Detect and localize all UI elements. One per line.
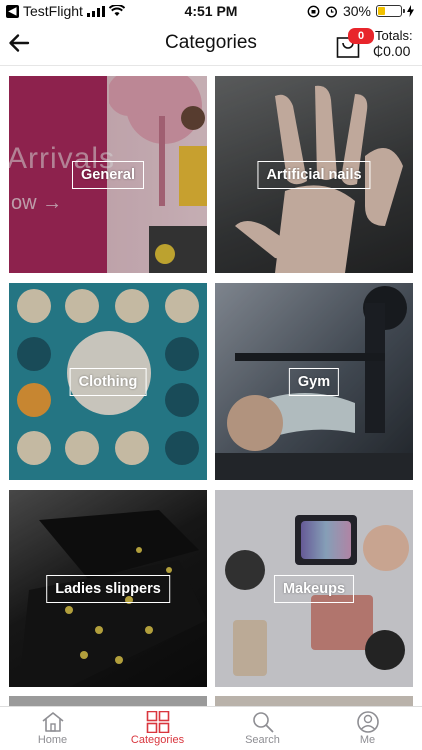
alarm-icon bbox=[325, 5, 337, 18]
search-icon bbox=[252, 712, 274, 733]
cart-count-badge: 0 bbox=[348, 28, 374, 44]
nav-item-search[interactable]: Search bbox=[210, 709, 315, 750]
category-label[interactable]: General bbox=[72, 160, 144, 189]
battery-percent: 30% bbox=[342, 3, 371, 19]
category-tile-peek[interactable] bbox=[9, 696, 207, 706]
charging-icon bbox=[407, 5, 414, 17]
nav-label-search: Search bbox=[245, 734, 280, 746]
totals-value: ₵0.00 bbox=[373, 43, 411, 59]
category-label[interactable]: Artificial nails bbox=[257, 160, 371, 189]
grid-icon bbox=[146, 711, 169, 733]
battery-icon bbox=[376, 5, 405, 17]
status-bar-right: 30% bbox=[307, 3, 414, 19]
orientation-lock-icon bbox=[307, 5, 320, 17]
category-tile-general[interactable]: Arrivals ow → General bbox=[9, 76, 207, 273]
bottom-nav: Home Categories Search Me bbox=[0, 706, 422, 750]
category-tile-peek[interactable] bbox=[215, 696, 413, 706]
app-header: Categories 0 Totals: ₵0.00 bbox=[0, 22, 422, 66]
category-tile-makeups[interactable]: Makeups bbox=[215, 490, 413, 687]
nav-label-me: Me bbox=[359, 734, 376, 746]
category-label[interactable]: Gym bbox=[288, 367, 340, 396]
category-tile-clothing[interactable]: Clothing bbox=[9, 283, 207, 480]
category-tile-gym[interactable]: Gym bbox=[215, 283, 413, 480]
totals-label: Totals: bbox=[375, 28, 413, 43]
nav-label-home: Home bbox=[37, 734, 68, 746]
nav-label-categories: Categories bbox=[130, 734, 185, 746]
status-bar: ◀ TestFlight 4:51 PM 30% bbox=[0, 0, 422, 22]
category-grid: Arrivals ow → General Artificial nails C… bbox=[0, 76, 422, 706]
nav-item-me[interactable]: Me bbox=[315, 709, 420, 750]
nav-item-categories[interactable]: Categories bbox=[105, 709, 210, 750]
category-label[interactable]: Clothing bbox=[69, 367, 147, 396]
category-tile-artificial-nails[interactable]: Artificial nails bbox=[215, 76, 413, 273]
nav-item-home[interactable]: Home bbox=[0, 709, 105, 750]
home-icon bbox=[42, 712, 63, 732]
user-icon bbox=[356, 711, 379, 733]
category-tile-ladies-slippers[interactable]: Ladies slippers bbox=[9, 490, 207, 687]
category-label[interactable]: Ladies slippers bbox=[46, 574, 170, 603]
category-label[interactable]: Makeups bbox=[273, 574, 355, 603]
